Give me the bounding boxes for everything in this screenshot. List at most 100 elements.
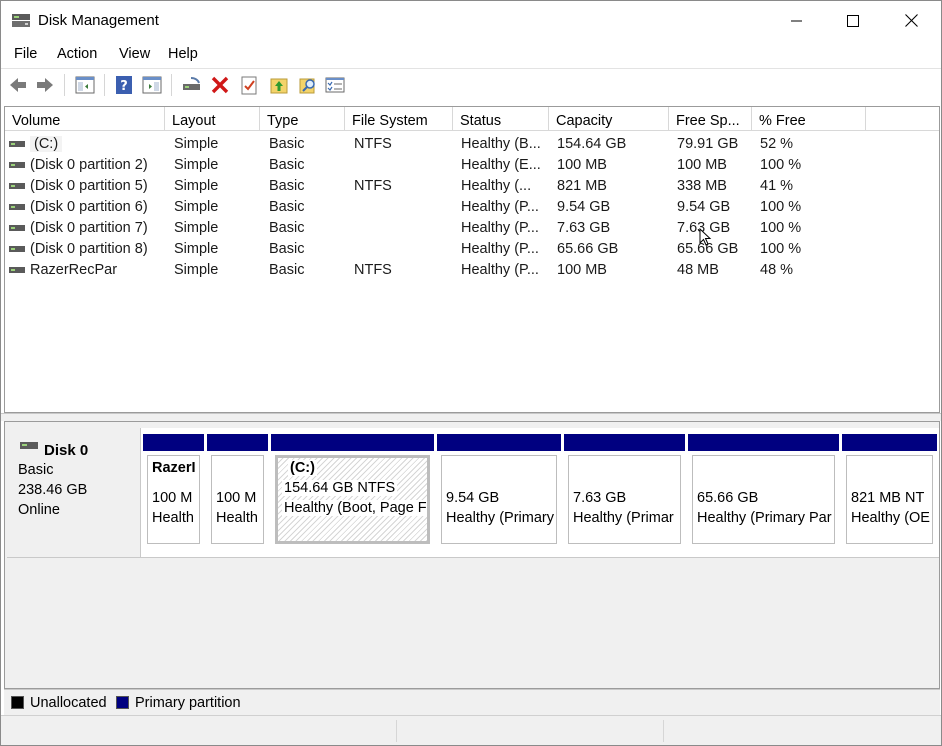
column-header-layout[interactable]: Layout: [165, 107, 260, 131]
cell-layout: Simple: [174, 157, 219, 173]
menu-view[interactable]: View: [119, 46, 150, 62]
title-bar[interactable]: Disk Management: [1, 1, 941, 40]
partition-block[interactable]: 821 MB NT Healthy (OE: [842, 434, 937, 548]
cell-file-system: NTFS: [354, 262, 392, 278]
properties-icon[interactable]: [238, 74, 260, 96]
partition-body[interactable]: 821 MB NT Healthy (OE: [846, 455, 933, 544]
list-view-icon[interactable]: [324, 74, 346, 96]
maximize-icon: [847, 14, 859, 27]
primary-partition-bar: [564, 434, 685, 451]
maximize-button[interactable]: [824, 1, 882, 40]
column-header-volume[interactable]: Volume: [5, 107, 165, 131]
partition-size: 7.63 GB: [573, 490, 627, 506]
volume-drive-icon: [9, 141, 25, 147]
menu-file[interactable]: File: [14, 46, 37, 62]
partition-body[interactable]: 7.63 GB Healthy (Primar: [568, 455, 681, 544]
primary-partition-bar: [437, 434, 561, 451]
back-icon[interactable]: [7, 74, 29, 96]
cell-volume: (Disk 0 partition 7): [30, 220, 148, 236]
show-hide-action-pane-icon[interactable]: [141, 74, 163, 96]
partition-body[interactable]: (C:) 154.64 GB NTFS Healthy (Boot, Page …: [275, 455, 430, 544]
toolbar-separator: [64, 74, 65, 96]
partition-status: Healthy (Primar: [573, 510, 674, 526]
partition-size: 9.54 GB: [446, 490, 500, 506]
column-header-type[interactable]: Type: [260, 107, 345, 131]
table-row[interactable]: (Disk 0 partition 5) Simple Basic NTFS H…: [5, 176, 939, 197]
cell-volume: (Disk 0 partition 6): [30, 199, 148, 215]
cell-layout: Simple: [174, 178, 219, 194]
cell-capacity: 100 MB: [557, 157, 607, 173]
cell-volume: (Disk 0 partition 5): [30, 178, 148, 194]
partition-size: 821 MB NT: [851, 490, 925, 506]
forward-icon[interactable]: [34, 74, 56, 96]
cell-layout: Simple: [174, 136, 219, 152]
table-row[interactable]: (Disk 0 partition 7) Simple Basic Health…: [5, 218, 939, 239]
column-header-file-system[interactable]: File System: [345, 107, 453, 131]
table-row[interactable]: (C:) Simple Basic NTFS Healthy (B... 154…: [5, 134, 939, 155]
cell-layout: Simple: [174, 220, 219, 236]
show-hide-console-tree-icon[interactable]: [74, 74, 96, 96]
legend-unallocated-label: Unallocated: [30, 695, 107, 711]
partition-block-selected[interactable]: (C:) 154.64 GB NTFS Healthy (Boot, Page …: [271, 434, 434, 548]
partition-body[interactable]: 9.54 GB Healthy (Primary: [441, 455, 557, 544]
mouse-cursor-icon: [699, 228, 712, 246]
pane-splitter[interactable]: [1, 413, 941, 421]
cell-free-space: 100 MB: [677, 157, 727, 173]
cell-status: Healthy (P...: [461, 199, 539, 215]
legend-primary-partition-label: Primary partition: [135, 695, 241, 711]
help-icon[interactable]: ?: [113, 74, 135, 96]
cell-type: Basic: [269, 157, 305, 173]
disk-status: Online: [18, 502, 60, 518]
partition-label: RazerI: [152, 460, 196, 476]
table-row[interactable]: (Disk 0 partition 8) Simple Basic Health…: [5, 239, 939, 260]
volume-list-header: Volume Layout Type File System Status Ca…: [5, 107, 939, 131]
partition-block[interactable]: 65.66 GB Healthy (Primary Par: [688, 434, 839, 548]
cell-percent-free: 100 %: [760, 199, 802, 215]
cell-volume: (Disk 0 partition 8): [30, 241, 148, 257]
cell-layout: Simple: [174, 262, 219, 278]
partition-status: Healthy (Primary: [446, 510, 554, 526]
table-row[interactable]: (Disk 0 partition 2) Simple Basic Health…: [5, 155, 939, 176]
menu-bar: File Action View Help: [1, 42, 941, 68]
cell-status: Healthy (P...: [461, 262, 539, 278]
column-header-free-space[interactable]: Free Sp...: [669, 107, 752, 131]
partition-block[interactable]: 9.54 GB Healthy (Primary: [437, 434, 561, 548]
column-header-capacity[interactable]: Capacity: [549, 107, 669, 131]
cell-volume: RazerRecPar: [30, 262, 118, 278]
cell-free-space: 48 MB: [677, 262, 719, 278]
search-icon[interactable]: [297, 74, 319, 96]
table-row[interactable]: RazerRecPar Simple Basic NTFS Healthy (P…: [5, 260, 939, 281]
column-header-percent-free[interactable]: % Free: [752, 107, 866, 131]
up-folder-icon[interactable]: [268, 74, 290, 96]
volume-drive-icon: [9, 183, 25, 189]
partition-body[interactable]: RazerI 100 M Health: [147, 455, 200, 544]
disk-graphical-view[interactable]: Disk 0 Basic 238.46 GB Online RazerI 100…: [4, 421, 940, 689]
cell-capacity: 7.63 GB: [557, 220, 611, 236]
menu-action[interactable]: Action: [57, 46, 97, 62]
column-header-status[interactable]: Status: [453, 107, 549, 131]
volume-list-view[interactable]: Volume Layout Type File System Status Ca…: [4, 106, 940, 413]
partition-label: (C:): [288, 460, 317, 476]
delete-icon[interactable]: [209, 74, 231, 96]
partition-block[interactable]: 100 M Health: [207, 434, 268, 548]
disk-info-panel[interactable]: Disk 0 Basic 238.46 GB Online: [7, 428, 141, 558]
partition-body[interactable]: 100 M Health: [211, 455, 264, 544]
column-header-filler: [866, 107, 939, 131]
cell-status: Healthy (E...: [461, 157, 541, 173]
status-bar-divider: [663, 720, 664, 742]
close-button[interactable]: [882, 1, 940, 40]
primary-partition-bar: [143, 434, 204, 451]
cell-volume: (Disk 0 partition 2): [30, 157, 148, 173]
disk-management-app-icon: [12, 14, 30, 27]
cell-free-space: 9.54 GB: [677, 199, 731, 215]
cell-percent-free: 100 %: [760, 157, 802, 173]
connect-drive-icon[interactable]: [181, 74, 203, 96]
minimize-button[interactable]: [768, 1, 826, 40]
table-row[interactable]: (Disk 0 partition 6) Simple Basic Health…: [5, 197, 939, 218]
menu-help[interactable]: Help: [168, 46, 198, 62]
toolbar-separator: [104, 74, 105, 96]
partition-block[interactable]: RazerI 100 M Health: [143, 434, 204, 548]
partition-body[interactable]: 65.66 GB Healthy (Primary Par: [692, 455, 835, 544]
partition-status: Health: [152, 510, 194, 526]
partition-block[interactable]: 7.63 GB Healthy (Primar: [564, 434, 685, 548]
